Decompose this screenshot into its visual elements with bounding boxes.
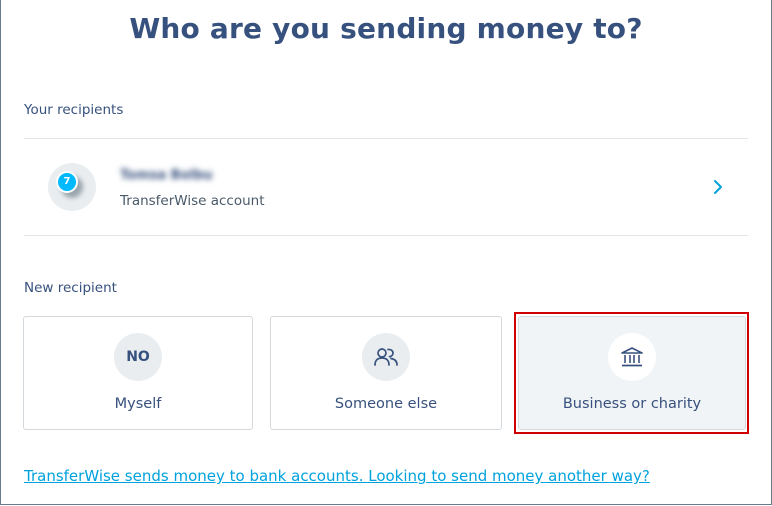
option-myself[interactable]: NO Myself (23, 316, 253, 430)
recipient-name: Tomsa Bolbu (120, 168, 213, 183)
page-title: Who are you sending money to? (129, 12, 643, 45)
option-someone-else[interactable]: Someone else (270, 316, 502, 430)
chevron-right-icon (714, 180, 722, 194)
transferwise-badge-icon: 7 (56, 171, 78, 193)
people-icon (362, 333, 410, 381)
option-myself-label: Myself (114, 396, 162, 412)
initials-avatar-icon: NO (114, 333, 162, 381)
your-recipients-heading: Your recipients (24, 102, 124, 118)
bank-icon (608, 333, 656, 381)
option-business-or-charity-label: Business or charity (562, 396, 702, 412)
other-ways-link[interactable]: TransferWise sends money to bank account… (24, 467, 650, 485)
new-recipient-heading: New recipient (24, 280, 117, 296)
option-someone-else-label: Someone else (334, 396, 438, 412)
recipient-row[interactable]: 7 Tomsa Bolbu TransferWise account (24, 139, 748, 235)
recipient-account-type: TransferWise account (120, 193, 265, 209)
divider-bottom (24, 235, 748, 236)
option-business-or-charity[interactable]: Business or charity (518, 316, 746, 430)
